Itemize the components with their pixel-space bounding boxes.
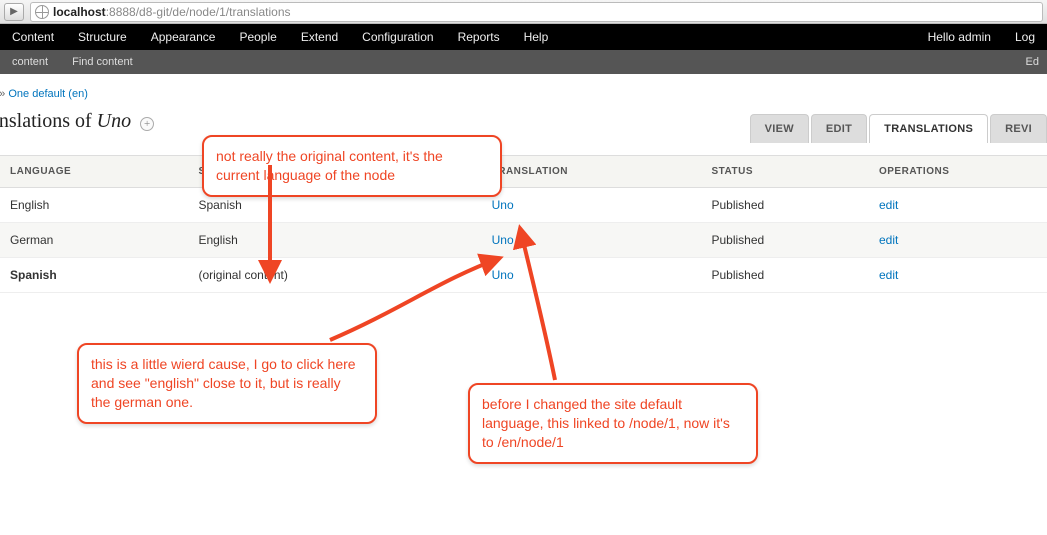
url-bar[interactable]: localhost :8888/d8-git/de/node/1/transla…: [30, 2, 1043, 22]
url-host: localhost: [53, 5, 106, 19]
annotation-2: this is a little wierd cause, I go to cl…: [77, 343, 377, 424]
admin-sub-toolbar: contentFind content Ed: [0, 50, 1047, 74]
cell-status: Published: [701, 223, 869, 258]
admin-item-hello-admin[interactable]: Hello admin: [916, 24, 1003, 50]
admin-item-content[interactable]: Content: [0, 24, 66, 50]
col-operations: OPERATIONS: [869, 156, 1047, 188]
cell-operation-link[interactable]: edit: [879, 233, 898, 247]
sub-item-find-content[interactable]: Find content: [60, 50, 145, 74]
tab-edit[interactable]: EDIT: [811, 114, 867, 143]
breadcrumb-link[interactable]: One default (en): [8, 88, 88, 100]
cell-source: (original content): [188, 258, 481, 293]
browser-toolbar: ▶ localhost :8888/d8-git/de/node/1/trans…: [0, 0, 1047, 24]
sub-item-content[interactable]: content: [0, 50, 60, 74]
cell-operation: edit: [869, 258, 1047, 293]
cell-operation-link[interactable]: edit: [879, 268, 898, 282]
table-row: GermanEnglish Uno Published edit: [0, 223, 1047, 258]
cell-operation: edit: [869, 223, 1047, 258]
cell-translation-link[interactable]: Uno: [492, 268, 514, 282]
page-title: anslations of Uno +: [0, 110, 154, 147]
annotation-1: not really the original content, it's th…: [202, 135, 502, 197]
cell-language: German: [0, 223, 188, 258]
admin-item-reports[interactable]: Reports: [446, 24, 512, 50]
cell-translation-link[interactable]: Uno: [492, 198, 514, 212]
annotation-3: before I changed the site default langua…: [468, 383, 758, 464]
cell-translation: Uno: [482, 258, 702, 293]
tab-translations[interactable]: TRANSLATIONS: [869, 114, 988, 143]
tabs: VIEWEDITTRANSLATIONSREVI: [750, 114, 1047, 143]
cell-operation: edit: [869, 188, 1047, 223]
col-language: LANGUAGE: [0, 156, 188, 188]
tab-view[interactable]: VIEW: [750, 114, 809, 143]
admin-item-log[interactable]: Log: [1003, 24, 1047, 50]
cell-language: Spanish: [0, 258, 188, 293]
cell-status: Published: [701, 188, 869, 223]
cell-status: Published: [701, 258, 869, 293]
admin-item-appearance[interactable]: Appearance: [139, 24, 228, 50]
tab-revi[interactable]: REVI: [990, 114, 1047, 143]
plus-icon[interactable]: +: [140, 117, 154, 131]
sub-right-item[interactable]: Ed: [1014, 50, 1047, 74]
globe-icon: [35, 5, 49, 19]
table-row: EnglishSpanishUnoPublishededit: [0, 188, 1047, 223]
admin-item-help[interactable]: Help: [512, 24, 561, 50]
cell-operation-link[interactable]: edit: [879, 198, 898, 212]
cell-source: English: [188, 223, 481, 258]
content-area: e » One default (en) anslations of Uno +…: [0, 74, 1047, 293]
admin-toolbar: ContentStructureAppearancePeopleExtendCo…: [0, 24, 1047, 50]
col-translation: TRANSLATION: [482, 156, 702, 188]
cell-language: English: [0, 188, 188, 223]
table-row: Spanish(original content) Uno Published edi…: [0, 258, 1047, 293]
admin-item-configuration[interactable]: Configuration: [350, 24, 445, 50]
translations-table: LANGUAGESOURCE LANGUAGETRANSLATIONSTATUS…: [0, 155, 1047, 293]
col-status: STATUS: [701, 156, 869, 188]
admin-item-extend[interactable]: Extend: [289, 24, 350, 50]
cell-translation: Uno: [482, 223, 702, 258]
admin-item-structure[interactable]: Structure: [66, 24, 139, 50]
url-path: :8888/d8-git/de/node/1/translations: [106, 5, 291, 19]
admin-item-people[interactable]: People: [227, 24, 288, 50]
nav-forward-button[interactable]: ▶: [4, 3, 24, 21]
breadcrumb: e » One default (en): [0, 88, 1047, 110]
cell-translation: Uno: [482, 188, 702, 223]
cell-translation-link[interactable]: Uno: [492, 233, 514, 247]
